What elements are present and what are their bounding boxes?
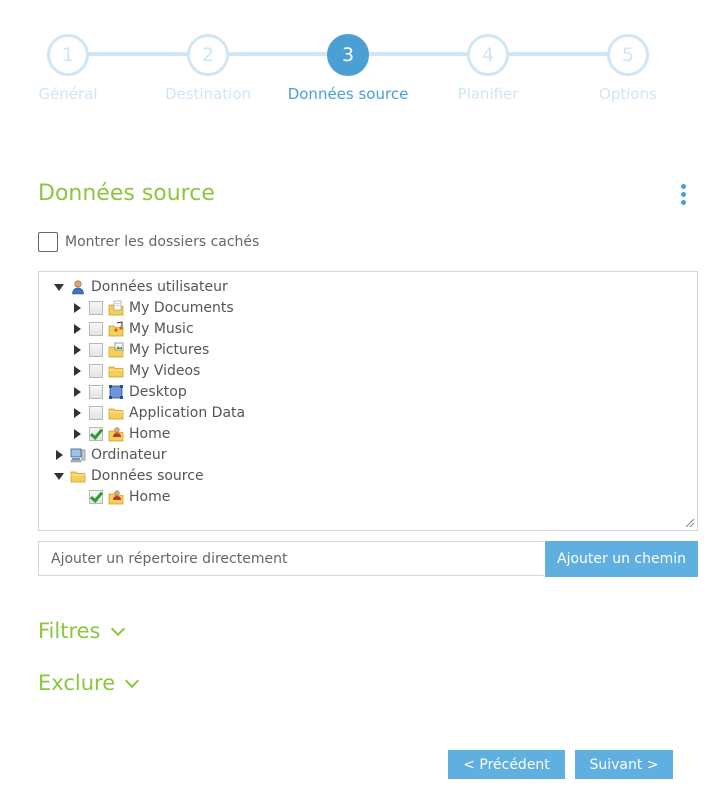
folder-icon	[108, 363, 124, 379]
expand-toggle-icon[interactable]	[53, 449, 65, 461]
tree-node-label: Home	[129, 488, 171, 505]
step-label: Planifier	[457, 85, 519, 103]
music-folder-icon	[108, 320, 124, 337]
previous-button[interactable]: < Précédent	[448, 750, 565, 779]
tree-node-label: Desktop	[129, 383, 187, 400]
step-label: Général	[38, 85, 98, 103]
tree-node-label: Home	[129, 425, 171, 442]
node-checkbox[interactable]	[89, 321, 103, 336]
step-label: Destination	[164, 85, 252, 103]
next-button[interactable]: Suivant >	[575, 750, 673, 779]
tree-node-desktop[interactable]: Desktop	[71, 381, 187, 402]
node-checkbox[interactable]	[89, 300, 103, 315]
tree-node-computer[interactable]: Ordinateur	[53, 444, 167, 465]
tree-node-my-documents[interactable]: My Documents	[71, 297, 234, 318]
source-tree[interactable]: Données utilisateur My Documents My Musi…	[38, 271, 698, 531]
expand-toggle-icon[interactable]	[71, 407, 83, 419]
tree-node-label: Ordinateur	[91, 446, 167, 463]
tree-node-source-home[interactable]: Home	[83, 486, 170, 507]
node-checkbox[interactable]	[89, 405, 103, 420]
exclude-section-toggle[interactable]: Exclure	[38, 671, 140, 695]
tree-node-label: My Videos	[129, 362, 201, 379]
step-number: 5	[607, 34, 649, 76]
step-general[interactable]: 1 Général	[0, 34, 138, 103]
home-folder-icon	[108, 489, 124, 505]
section-title: Données source	[38, 181, 215, 206]
add-path-button[interactable]: Ajouter un chemin	[545, 541, 698, 577]
show-hidden-label: Montrer les dossiers cachés	[65, 234, 260, 250]
wizard-stepper: 1 Général 2 Destination 3 Données source…	[0, 0, 726, 120]
tree-node-application-data[interactable]: Application Data	[71, 402, 245, 423]
documents-folder-icon	[108, 300, 124, 316]
tree-node-home[interactable]: Home	[71, 423, 170, 444]
node-checkbox[interactable]	[89, 384, 103, 399]
tree-node-my-pictures[interactable]: My Pictures	[71, 339, 209, 360]
expand-toggle-icon[interactable]	[71, 323, 83, 335]
step-destination[interactable]: 2 Destination	[138, 34, 278, 103]
tree-node-my-music[interactable]: My Music	[71, 318, 194, 339]
expand-toggle-icon[interactable]	[53, 281, 65, 293]
step-label: Options	[599, 85, 657, 103]
node-checkbox-checked[interactable]	[89, 426, 103, 441]
add-directory-input[interactable]	[38, 541, 544, 576]
tree-node-label: Données source	[91, 467, 204, 484]
chevron-down-icon	[110, 621, 125, 636]
step-options[interactable]: 5 Options	[558, 34, 698, 103]
tree-node-label: Application Data	[129, 404, 246, 421]
more-vertical-icon[interactable]	[676, 184, 690, 208]
show-hidden-folders-toggle[interactable]: Montrer les dossiers cachés	[38, 232, 259, 252]
tree-node-label: My Pictures	[129, 341, 210, 358]
exclude-label: Exclure	[38, 671, 116, 695]
tree-node-user-data[interactable]: Données utilisateur	[53, 276, 228, 297]
node-checkbox[interactable]	[89, 342, 103, 357]
expand-toggle-icon[interactable]	[71, 365, 83, 377]
tree-node-source-data[interactable]: Données source	[53, 465, 204, 486]
step-schedule[interactable]: 4 Planifier	[418, 34, 558, 103]
filters-section-toggle[interactable]: Filtres	[38, 619, 125, 643]
resize-grip-icon[interactable]	[686, 519, 694, 527]
expand-toggle-icon[interactable]	[71, 386, 83, 398]
tree-node-label: My Documents	[129, 299, 234, 316]
folder-icon	[70, 468, 86, 484]
home-folder-icon	[108, 426, 124, 442]
node-checkbox[interactable]	[89, 363, 103, 378]
step-number: 1	[47, 34, 89, 76]
expand-toggle-icon[interactable]	[71, 344, 83, 356]
chevron-down-icon	[125, 673, 140, 688]
expand-toggle-icon[interactable]	[53, 470, 65, 482]
step-label: Données source	[287, 85, 409, 103]
pictures-folder-icon	[108, 342, 124, 358]
tree-node-label: My Music	[129, 320, 194, 337]
filters-label: Filtres	[38, 619, 101, 643]
expand-toggle-icon[interactable]	[71, 302, 83, 314]
step-number: 2	[187, 34, 229, 76]
tree-node-my-videos[interactable]: My Videos	[71, 360, 200, 381]
computer-icon	[70, 447, 86, 463]
step-source-data[interactable]: 3 Données source	[278, 34, 418, 103]
step-number: 3	[327, 34, 369, 76]
step-number: 4	[467, 34, 509, 76]
desktop-icon	[108, 384, 124, 400]
tree-node-label: Données utilisateur	[91, 278, 228, 295]
user-icon	[70, 279, 86, 295]
folder-icon	[108, 405, 124, 421]
show-hidden-checkbox[interactable]	[38, 232, 58, 252]
node-checkbox-checked[interactable]	[89, 489, 103, 504]
expand-toggle-icon[interactable]	[71, 428, 83, 440]
